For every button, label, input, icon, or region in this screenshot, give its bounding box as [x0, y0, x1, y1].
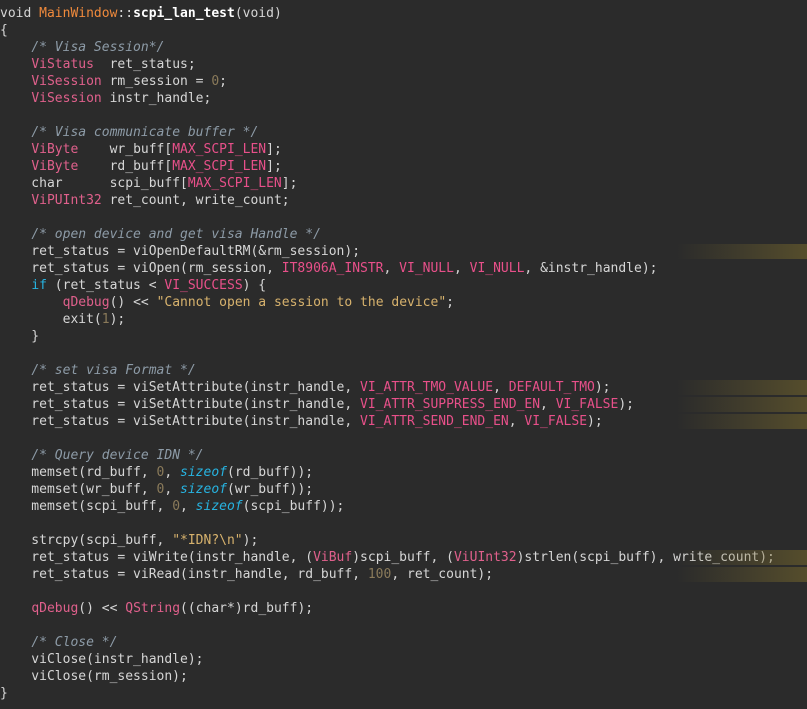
code-line-23[interactable]: ret_status = viSetAttribute(instr_handle…: [0, 379, 807, 396]
code-line-8[interactable]: /* Visa communicate buffer */: [0, 124, 807, 141]
code-line-30[interactable]: memset(scpi_buff, 0, sizeof(scpi_buff));: [0, 498, 807, 515]
code-line-6[interactable]: ViSession instr_handle;: [0, 90, 807, 107]
code-line-32[interactable]: strcpy(scpi_buff, "*IDN?\n");: [0, 532, 807, 549]
code-line-12[interactable]: ViPUInt32 ret_count, write_count;: [0, 192, 807, 209]
code-line-18[interactable]: qDebug() << "Cannot open a session to th…: [0, 294, 807, 311]
code-line-10[interactable]: ViByte rd_buff[MAX_SCPI_LEN];: [0, 158, 807, 175]
code-line-19[interactable]: exit(1);: [0, 311, 807, 328]
code-line-38[interactable]: /* Close */: [0, 634, 807, 651]
code-line-39[interactable]: viClose(instr_handle);: [0, 651, 807, 668]
code-line-11[interactable]: char scpi_buff[MAX_SCPI_LEN];: [0, 175, 807, 192]
code-line-3[interactable]: /* Visa Session*/: [0, 39, 807, 56]
code-line-27[interactable]: /* Query device IDN */: [0, 447, 807, 464]
code-line-22[interactable]: /* set visa Format */: [0, 362, 807, 379]
code-line-7[interactable]: [0, 107, 807, 124]
code-line-24[interactable]: ret_status = viSetAttribute(instr_handle…: [0, 396, 807, 413]
code-line-28[interactable]: memset(rd_buff, 0, sizeof(rd_buff));: [0, 464, 807, 481]
code-line-4[interactable]: ViStatus ret_status;: [0, 56, 807, 73]
code-line-15[interactable]: ret_status = viOpenDefaultRM(&rm_session…: [0, 243, 807, 260]
code-line-40[interactable]: viClose(rm_session);: [0, 668, 807, 685]
code-line-26[interactable]: [0, 430, 807, 447]
code-line-16[interactable]: ret_status = viOpen(rm_session, IT8906A_…: [0, 260, 807, 277]
code-line-21[interactable]: [0, 345, 807, 362]
code-line-31[interactable]: [0, 515, 807, 532]
code-editor[interactable]: void MainWindow::scpi_lan_test(void){ /*…: [0, 0, 807, 709]
code-line-2[interactable]: {: [0, 22, 807, 39]
code-line-35[interactable]: [0, 583, 807, 600]
code-line-36[interactable]: qDebug() << QString((char*)rd_buff);: [0, 600, 807, 617]
code-line-41[interactable]: }: [0, 685, 807, 702]
code-line-34[interactable]: ret_status = viRead(instr_handle, rd_buf…: [0, 566, 807, 583]
code-line-1[interactable]: void MainWindow::scpi_lan_test(void): [0, 5, 807, 22]
code-line-33[interactable]: ret_status = viWrite(instr_handle, (ViBu…: [0, 549, 807, 566]
code-line-9[interactable]: ViByte wr_buff[MAX_SCPI_LEN];: [0, 141, 807, 158]
code-line-17[interactable]: if (ret_status < VI_SUCCESS) {: [0, 277, 807, 294]
code-line-37[interactable]: [0, 617, 807, 634]
code-line-25[interactable]: ret_status = viSetAttribute(instr_handle…: [0, 413, 807, 430]
code-line-29[interactable]: memset(wr_buff, 0, sizeof(wr_buff));: [0, 481, 807, 498]
code-line-14[interactable]: /* open device and get visa Handle */: [0, 226, 807, 243]
code-line-20[interactable]: }: [0, 328, 807, 345]
code-line-5[interactable]: ViSession rm_session = 0;: [0, 73, 807, 90]
code-line-13[interactable]: [0, 209, 807, 226]
